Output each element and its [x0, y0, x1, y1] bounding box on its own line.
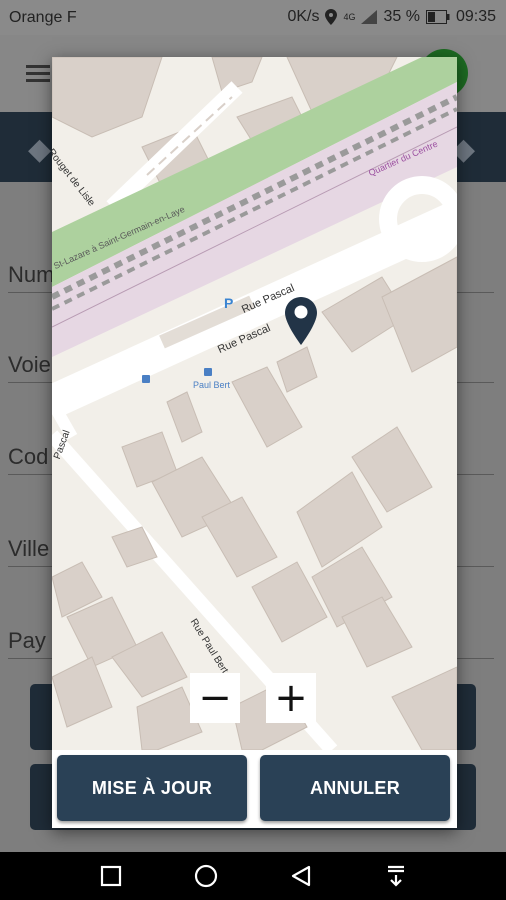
field-label-street: Voie	[8, 352, 51, 377]
battery-icon	[425, 10, 450, 24]
back-icon[interactable]	[289, 864, 313, 888]
carrier-name: Orange F	[9, 9, 77, 26]
map-dialog: St-Lazare à Saint-Germain-en-Laye Rouget…	[52, 57, 457, 828]
signal-icon	[361, 10, 378, 24]
network-speed: 0K/s	[287, 8, 320, 25]
map-label-bus-stop: Paul Bert	[193, 380, 231, 390]
system-navigation-bar	[0, 852, 506, 900]
bus-stop-icon	[204, 368, 212, 376]
location-icon	[325, 9, 338, 25]
clock: 09:35	[455, 8, 496, 25]
field-label-postcode: Cod	[8, 444, 49, 469]
zoom-out-button[interactable]: −	[190, 673, 240, 723]
cancel-button[interactable]: ANNULER	[260, 755, 450, 821]
recent-apps-icon[interactable]	[99, 864, 123, 888]
dialog-actions: MISE À JOUR ANNULER	[52, 750, 457, 828]
status-icons: 0K/s 4G 35 % 09:35	[287, 8, 496, 26]
field-label-city: Ville	[8, 536, 50, 561]
status-bar: Orange F 0K/s 4G 35 % 09:35	[0, 0, 506, 35]
battery-percent: 35 %	[383, 8, 420, 25]
menu-icon[interactable]	[26, 65, 50, 83]
network-type: 4G	[343, 12, 356, 22]
notifications-pull-icon[interactable]	[384, 864, 408, 888]
home-icon[interactable]	[194, 864, 218, 888]
chevron-left-icon[interactable]: ◆	[28, 132, 51, 167]
field-label-number: Num	[8, 262, 55, 287]
zoom-in-button[interactable]: +	[266, 673, 316, 723]
update-button[interactable]: MISE À JOUR	[57, 755, 247, 821]
location-marker-icon[interactable]	[285, 297, 317, 345]
map-view[interactable]: St-Lazare à Saint-Germain-en-Laye Rouget…	[52, 57, 457, 750]
map-label-parking: P	[224, 295, 234, 311]
field-label-country: Pay	[8, 628, 46, 653]
